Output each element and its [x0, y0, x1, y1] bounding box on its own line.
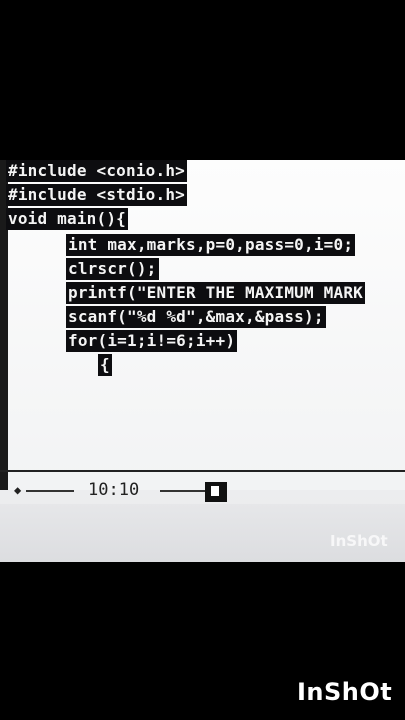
code-line-3[interactable]: void main(){ [6, 208, 128, 230]
inshot-watermark-small: InShOt [330, 532, 388, 550]
code-line-7[interactable]: scanf("%d %d",&max,&pass); [66, 306, 326, 328]
video-frame: #include <conio.h> #include <stdio.h> vo… [0, 0, 405, 720]
code-line-2[interactable]: #include <stdio.h> [6, 184, 187, 206]
scroll-thumb-inner [211, 486, 219, 496]
code-line-8[interactable]: for(i=1;i!=6;i++) [66, 330, 238, 352]
monitor-screen: #include <conio.h> #include <stdio.h> vo… [0, 160, 405, 562]
scroll-track-right [160, 490, 205, 492]
code-line-4[interactable]: int max,marks,p=0,pass=0,i=0; [66, 234, 356, 256]
code-line-1[interactable]: #include <conio.h> [6, 160, 187, 182]
code-line-5[interactable]: clrscr(); [66, 258, 159, 280]
code-line-9[interactable]: { [98, 354, 112, 376]
inshot-watermark-large: InShOt [297, 678, 393, 706]
horizontal-scrollbar[interactable]: ◆ 10:10 [0, 480, 405, 502]
status-separator [0, 470, 405, 472]
scroll-thumb[interactable] [205, 482, 227, 502]
code-line-6[interactable]: printf("ENTER THE MAXIMUM MARK [66, 282, 365, 304]
code-editor[interactable]: #include <conio.h> #include <stdio.h> vo… [0, 160, 405, 490]
scroll-track-left [26, 490, 74, 492]
cursor-position: 10:10 [88, 480, 140, 500]
